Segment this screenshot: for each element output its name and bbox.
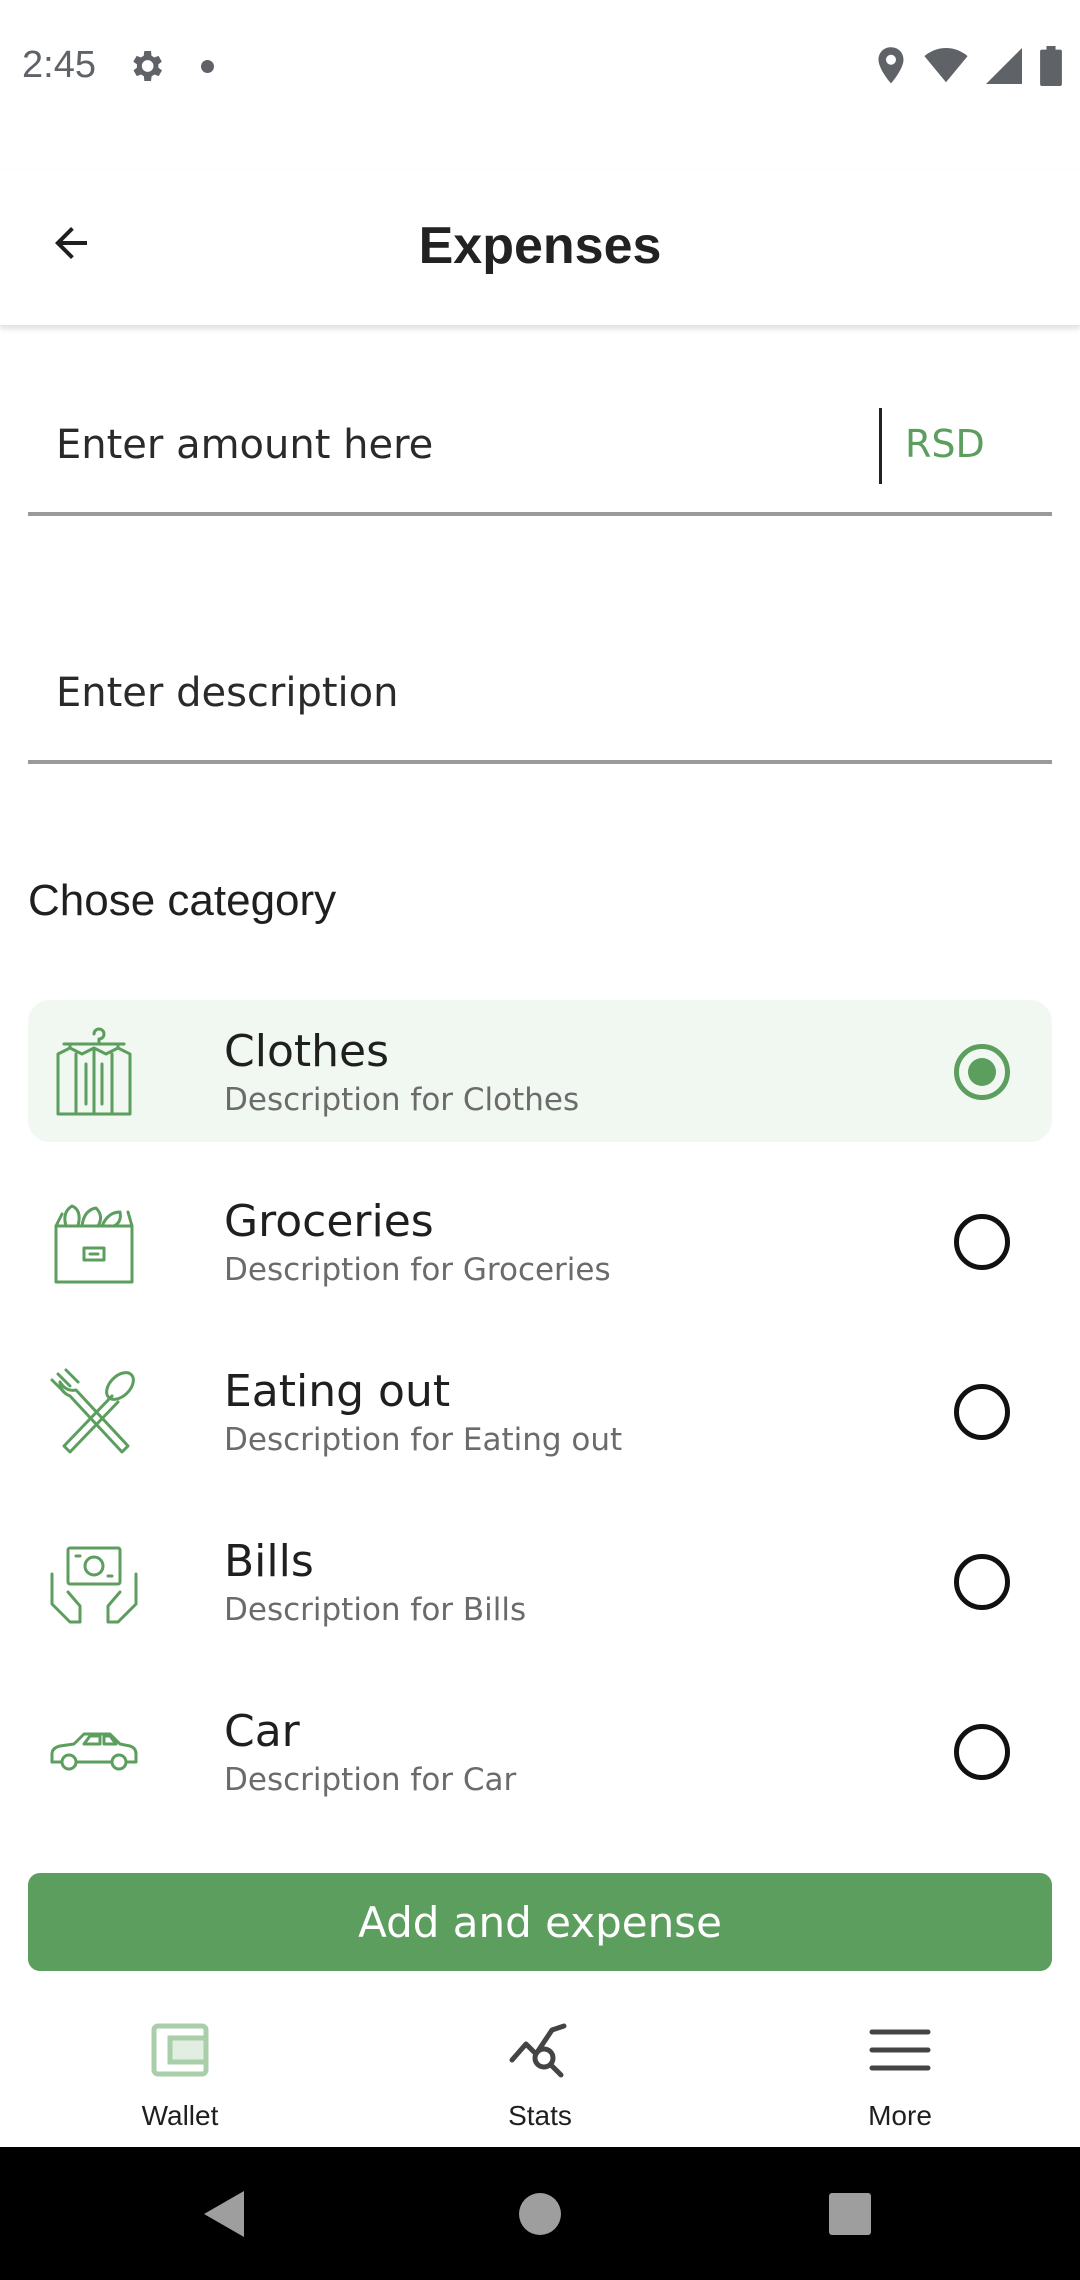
- amount-field[interactable]: Enter amount here RSD: [28, 400, 1052, 516]
- nav-item-more[interactable]: More: [720, 2000, 1080, 2147]
- text-cursor: [879, 408, 882, 484]
- category-description: Description for Bills: [224, 1592, 527, 1628]
- menu-icon: [869, 2029, 931, 2071]
- category-item-bills[interactable]: Bills Description for Bills: [28, 1510, 1052, 1652]
- description-field[interactable]: Enter description: [28, 648, 1052, 764]
- category-list: Clothes Description for Clothes Grocerie…: [28, 1000, 1052, 1850]
- category-radio-clothes[interactable]: [954, 1044, 1010, 1100]
- bottom-navigation: Wallet Stats More: [0, 2000, 1080, 2147]
- category-radio-eating-out[interactable]: [954, 1384, 1010, 1440]
- signal-icon: [986, 48, 1022, 84]
- page-title: Expenses: [418, 217, 662, 275]
- system-back-icon[interactable]: [204, 2191, 244, 2237]
- category-radio-car[interactable]: [954, 1724, 1010, 1780]
- nav-label: Wallet: [141, 2100, 219, 2131]
- nav-item-wallet[interactable]: Wallet: [0, 2000, 360, 2147]
- category-name: Eating out: [224, 1366, 451, 1417]
- amount-placeholder[interactable]: Enter amount here: [56, 422, 433, 468]
- category-name: Bills: [224, 1536, 314, 1587]
- category-radio-bills[interactable]: [954, 1554, 1010, 1610]
- category-name: Clothes: [224, 1026, 389, 1077]
- car-icon: [50, 1732, 138, 1771]
- notification-dot-icon: [201, 60, 214, 73]
- category-description: Description for Clothes: [224, 1082, 580, 1118]
- category-name: Groceries: [224, 1196, 434, 1247]
- nav-label: More: [868, 2100, 932, 2131]
- stats-icon: [509, 2023, 567, 2078]
- system-home-icon[interactable]: [519, 2193, 561, 2235]
- description-placeholder[interactable]: Enter description: [56, 670, 398, 716]
- location-icon: [878, 47, 904, 84]
- status-time: 2:45: [22, 44, 96, 86]
- category-item-groceries[interactable]: Groceries Description for Groceries: [28, 1170, 1052, 1312]
- settings-icon: [133, 51, 162, 81]
- groceries-icon: [54, 1204, 134, 1284]
- eating-out-icon: [50, 1368, 135, 1454]
- category-description: Description for Car: [224, 1762, 517, 1798]
- category-name: Car: [224, 1706, 300, 1757]
- app-bar: Expenses: [0, 170, 1080, 326]
- status-bar: 2:45: [0, 0, 1080, 135]
- battery-icon: [1040, 46, 1062, 86]
- category-section-title: Chose category: [28, 876, 337, 925]
- category-description: Description for Eating out: [224, 1422, 623, 1458]
- category-description: Description for Groceries: [224, 1252, 611, 1288]
- category-radio-groceries[interactable]: [954, 1214, 1010, 1270]
- system-navigation-bar: [0, 2147, 1080, 2280]
- category-item-car[interactable]: Car Description for Car: [28, 1680, 1052, 1822]
- category-item-clothes[interactable]: Clothes Description for Clothes: [28, 1000, 1052, 1142]
- bills-icon: [50, 1546, 138, 1624]
- category-item-eating-out[interactable]: Eating out Description for Eating out: [28, 1340, 1052, 1482]
- add-expense-button[interactable]: Add and expense: [28, 1873, 1052, 1971]
- nav-item-stats[interactable]: Stats: [360, 2000, 720, 2147]
- wifi-icon: [924, 48, 968, 83]
- status-icons: [876, 44, 1062, 88]
- system-recents-icon[interactable]: [829, 2193, 871, 2235]
- clothes-icon: [56, 1027, 132, 1116]
- nav-label: Stats: [508, 2100, 572, 2131]
- currency-label: RSD: [905, 422, 985, 466]
- wallet-icon: [151, 2023, 209, 2077]
